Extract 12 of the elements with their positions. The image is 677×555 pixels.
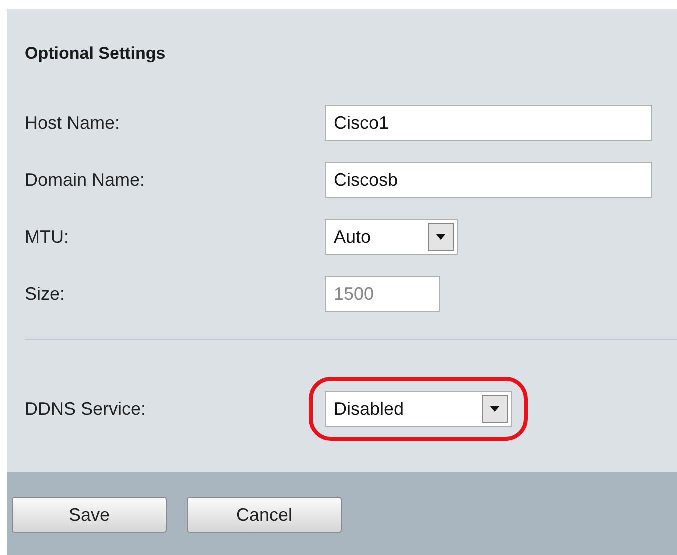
field-label: Domain Name: xyxy=(25,168,146,192)
field-label: Host Name: xyxy=(25,112,122,134)
dropdown[interactable]: Auto xyxy=(325,219,458,255)
input-field[interactable]: Cisco1 xyxy=(325,105,652,141)
field-label: MTU: xyxy=(25,226,70,248)
action-button[interactable]: Save xyxy=(12,497,167,533)
field-label: DDNS Service: xyxy=(25,398,148,420)
dropdown[interactable]: Disabled xyxy=(325,391,512,427)
section-title: Optional Settings xyxy=(25,43,167,65)
input-field[interactable]: Ciscosb xyxy=(325,162,652,198)
field-label: Size: xyxy=(25,282,66,306)
action-button[interactable]: Cancel xyxy=(187,497,342,533)
